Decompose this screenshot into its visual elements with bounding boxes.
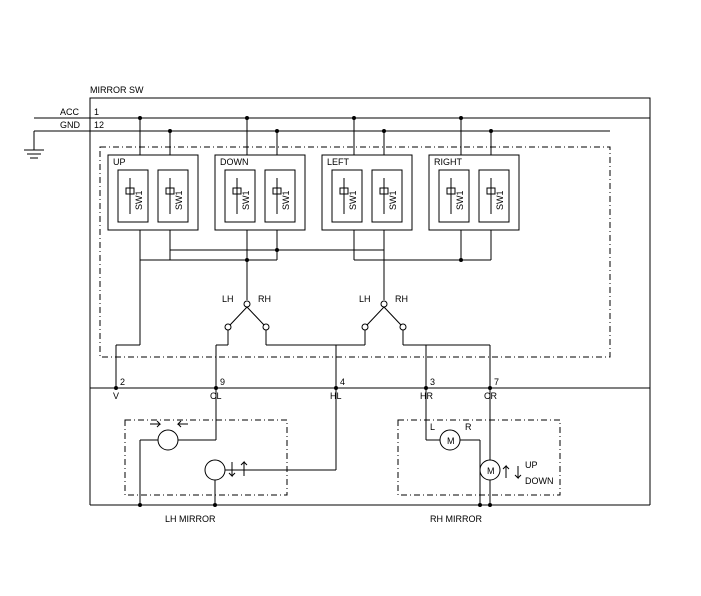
arrow-up-icon — [241, 462, 247, 476]
rh-mirror: M L R M UP DOWN RH MIRROR — [398, 388, 560, 524]
mid-wiring — [140, 230, 491, 300]
label-v: V — [113, 391, 119, 401]
motor-icon — [158, 430, 178, 450]
switch-label: LEFT — [327, 157, 350, 167]
motor-l: L — [430, 422, 435, 432]
bus-junctions — [138, 116, 493, 133]
switch-group-left: LEFT SW1 SW1 — [322, 118, 412, 260]
label-hr: HR — [420, 391, 433, 401]
gnd-label: GND — [60, 120, 81, 130]
sw1-label-r: SW1 — [388, 190, 398, 210]
switch-label: UP — [113, 157, 126, 167]
terminals: 2 V 9 CL 4 HL 3 HR 7 CR — [113, 260, 499, 401]
selector-lh: LH — [359, 294, 371, 304]
gnd-pin: 12 — [94, 120, 104, 130]
arrow-up-icon — [503, 466, 509, 478]
selector-2: LH RH — [359, 294, 408, 345]
pin-7: 7 — [494, 377, 499, 387]
arrow-right-icon — [150, 421, 160, 427]
sw1-label-r: SW1 — [174, 190, 184, 210]
sw1-label-l: SW1 — [134, 190, 144, 210]
motor-m-2: M — [487, 466, 495, 476]
switch-area-dashbox — [100, 147, 610, 357]
pin-3: 3 — [430, 377, 435, 387]
selector-rh: RH — [395, 294, 408, 304]
switch-label: RIGHT — [434, 157, 463, 167]
motor-r: R — [465, 422, 472, 432]
pin-9: 9 — [220, 377, 225, 387]
motor-icon — [205, 460, 225, 480]
pin-2: 2 — [120, 377, 125, 387]
sw1-label-r: SW1 — [495, 190, 505, 210]
switch-label: DOWN — [220, 157, 249, 167]
switch-group-down: DOWN SW1 SW1 — [215, 118, 305, 260]
label-cr: CR — [484, 391, 497, 401]
arrow-down-icon — [229, 462, 235, 476]
motor-up: UP — [525, 460, 538, 470]
lh-mirror: LH MIRROR — [125, 388, 336, 524]
arrow-down-icon — [515, 466, 521, 478]
lh-mirror-label: LH MIRROR — [165, 514, 216, 524]
acc-label: ACC — [60, 107, 80, 117]
acc-pin: 1 — [94, 107, 99, 117]
sw1-label-r: SW1 — [281, 190, 291, 210]
title-label: MIRROR SW — [90, 85, 144, 95]
mirror-sw-box — [90, 98, 650, 388]
sw1-label-l: SW1 — [348, 190, 358, 210]
switch-group-up: UP SW1 SW1 — [108, 118, 198, 260]
arrow-left-icon — [178, 421, 188, 427]
ground-icon — [24, 131, 44, 158]
motor-m-1: M — [447, 436, 455, 446]
switch-group-right: RIGHT SW1 SW1 — [429, 118, 519, 260]
selector-out-wiring — [216, 345, 490, 388]
sw1-label-l: SW1 — [241, 190, 251, 210]
selector-1: LH RH — [222, 294, 271, 345]
sw1-label-l: SW1 — [455, 190, 465, 210]
selector-rh: RH — [258, 294, 271, 304]
rh-mirror-label: RH MIRROR — [430, 514, 482, 524]
pin-4: 4 — [340, 377, 345, 387]
selector-lh: LH — [222, 294, 234, 304]
motor-down: DOWN — [525, 476, 554, 486]
